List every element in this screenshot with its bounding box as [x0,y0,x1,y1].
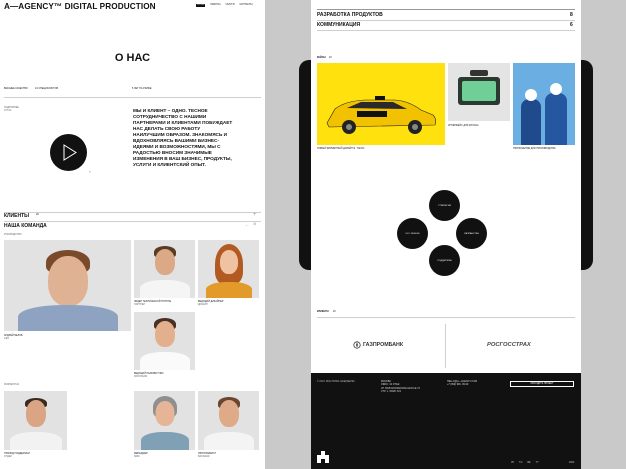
circle-support[interactable]: ПОДДЕРЖКА [429,245,460,276]
circle-ux-design[interactable]: UX / DESIGN [397,218,428,249]
nav-item-2[interactable]: УСЛУГИ [225,4,234,7]
team-sublabel-2: РАЗРАБОТКА [4,384,20,386]
plus-icon[interactable]: + [253,212,257,218]
case-taxi-image[interactable] [317,63,445,145]
logo[interactable]: A—AGENCY™ DIGITAL PRODUCTION [4,2,156,11]
service-1-count: 8 [570,12,573,18]
case-workers-image[interactable] [513,63,575,145]
nav-item-1[interactable]: РАБОТЫ [210,4,220,7]
client-logo-rosgosstrakh[interactable]: РОСГОССТРАХ [487,342,531,348]
left-page: A—AGENCY™ DIGITAL PRODUCTION О НАС РАБОТЫ… [0,0,265,469]
member-role-7: BACKEND [198,456,210,458]
cta-button[interactable]: ОБСУДИТЬ ПРОЕКТ [510,381,574,387]
address: МОСКВА ОФИС: 10 ЭТАЖ УЛ. ВОЛОКОЛАМСКОЕ Ш… [381,381,420,394]
right-page: РАЗРАБОТКА ПРОДУКТОВ 8 КОММУНИКАЦИЯ 6 КЕ… [311,0,581,469]
page-title: О НАС [114,52,151,64]
member-role-3: ДИЗАЙН [198,304,208,306]
taxi-car-icon [326,96,436,134]
member-role-6: SMM [134,456,140,458]
divider [4,97,261,98]
stat-2: 24 СПЕЦИАЛИСТОВ [35,88,59,90]
team-photo-4[interactable] [134,312,195,370]
cases-count: 20 [329,57,332,59]
case-caption-3: ПРИЛОЖЕНИЕ ДЛЯ ПРОИЗВОДСТВА [513,148,556,150]
team-photo-3[interactable] [198,240,259,298]
member-role-1: CEO [4,338,10,340]
main-nav: О НАС РАБОТЫ УСЛУГИ КОНТАКТЫ [196,4,253,8]
team-photo-2[interactable] [134,240,195,298]
gazprombank-logo-icon [353,341,361,349]
team-sublabel: РУКОВОДСТВО [4,234,22,236]
case-caption-1: НОВЫЙ ФИРМЕННЫЙ ДИЗАЙН Я. ТАКСИ [317,148,365,150]
play-button[interactable] [50,134,87,171]
contacts: HELLO@A—AGENCY.COM +7 (999) 999 -99-99 [447,381,477,387]
nav-item-0[interactable]: О НАС [196,4,206,8]
stat-1: ВЫСШЕЕ КАЧЕСТВО [4,88,28,90]
cursor-icon: ↖ [89,170,92,174]
service-1[interactable]: РАЗРАБОТКА ПРОДУКТОВ [317,12,383,18]
agency-logo-icon [317,451,329,463]
clients-heading-right: КЛИЕНТЫ [317,311,329,313]
circle-strategy[interactable]: СТРАТЕГИЯ [429,190,460,221]
case-caption-2: ИНТЕРФЕЙС ДЛЯ КИОСКА [448,125,479,127]
close-icon[interactable]: × [253,222,257,228]
scroll-left-icon[interactable]: ← [245,222,250,228]
member-role-4: FRONTEND [134,376,148,378]
member-role-2: ПАРТНЕР [134,304,146,306]
cases-heading: КЕЙСЫ [317,57,326,59]
member-role-5: ОТДЕЛ [4,456,12,458]
social-links: VK TG BE YT [511,462,539,464]
clients-count: 20 [36,213,39,216]
case-kiosk-image[interactable] [448,63,510,121]
circle-development[interactable]: РАЗРАБОТКА [456,218,487,249]
clients-count-right: 20 [333,311,336,313]
stat-3: 5 ЛЕТ НА РЫНКЕ [132,88,152,90]
service-2-count: 6 [570,22,573,28]
intro-text: МЫ И КЛИЕНТ – ОДНО. ТЕСНОЕ СОТРУДНИЧЕСТВ… [133,108,233,168]
service-2[interactable]: КОММУНИКАЦИЯ [317,22,360,28]
play-icon [63,144,77,161]
small-note-2: О НАС [4,110,12,112]
client-logo-gazprombank[interactable]: ГАЗПРОМБАНК [353,341,403,349]
team-photo-6[interactable] [134,391,195,450]
team-photo-7[interactable] [198,391,259,450]
footer: © 2023. ВСЕ ПРАВА ЗАЩИЩЕНЫ МОСКВА ОФИС: … [311,373,581,469]
nav-item-3[interactable]: КОНТАКТЫ [240,4,253,7]
footer-year: 2023 [569,462,575,464]
team-photo-5[interactable] [4,391,67,450]
team-heading: НАША КОМАНДА [4,223,47,229]
copyright: © 2023. ВСЕ ПРАВА ЗАЩИЩЕНЫ [317,381,355,383]
team-photo-lead[interactable] [4,240,131,331]
clients-heading[interactable]: КЛИЕНТЫ [4,213,29,219]
